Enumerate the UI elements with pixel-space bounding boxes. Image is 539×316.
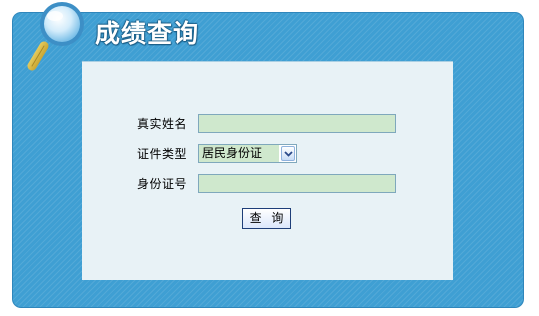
query-button[interactable]: 查 询 — [242, 208, 291, 229]
id-number-input[interactable] — [198, 174, 396, 193]
id-number-label: 身份证号 — [137, 177, 188, 191]
chevron-down-icon — [284, 151, 293, 157]
dropdown-arrow-button[interactable] — [281, 146, 295, 161]
form-area — [82, 61, 453, 280]
name-label: 真实姓名 — [137, 117, 188, 131]
id-type-label: 证件类型 — [137, 147, 188, 161]
id-type-selected-value: 居民身份证 — [199, 145, 279, 162]
page-title: 成绩查询 — [95, 19, 200, 48]
magnifier-icon — [27, 2, 84, 71]
name-input[interactable] — [198, 114, 396, 133]
id-type-select[interactable]: 居民身份证 — [198, 144, 297, 163]
